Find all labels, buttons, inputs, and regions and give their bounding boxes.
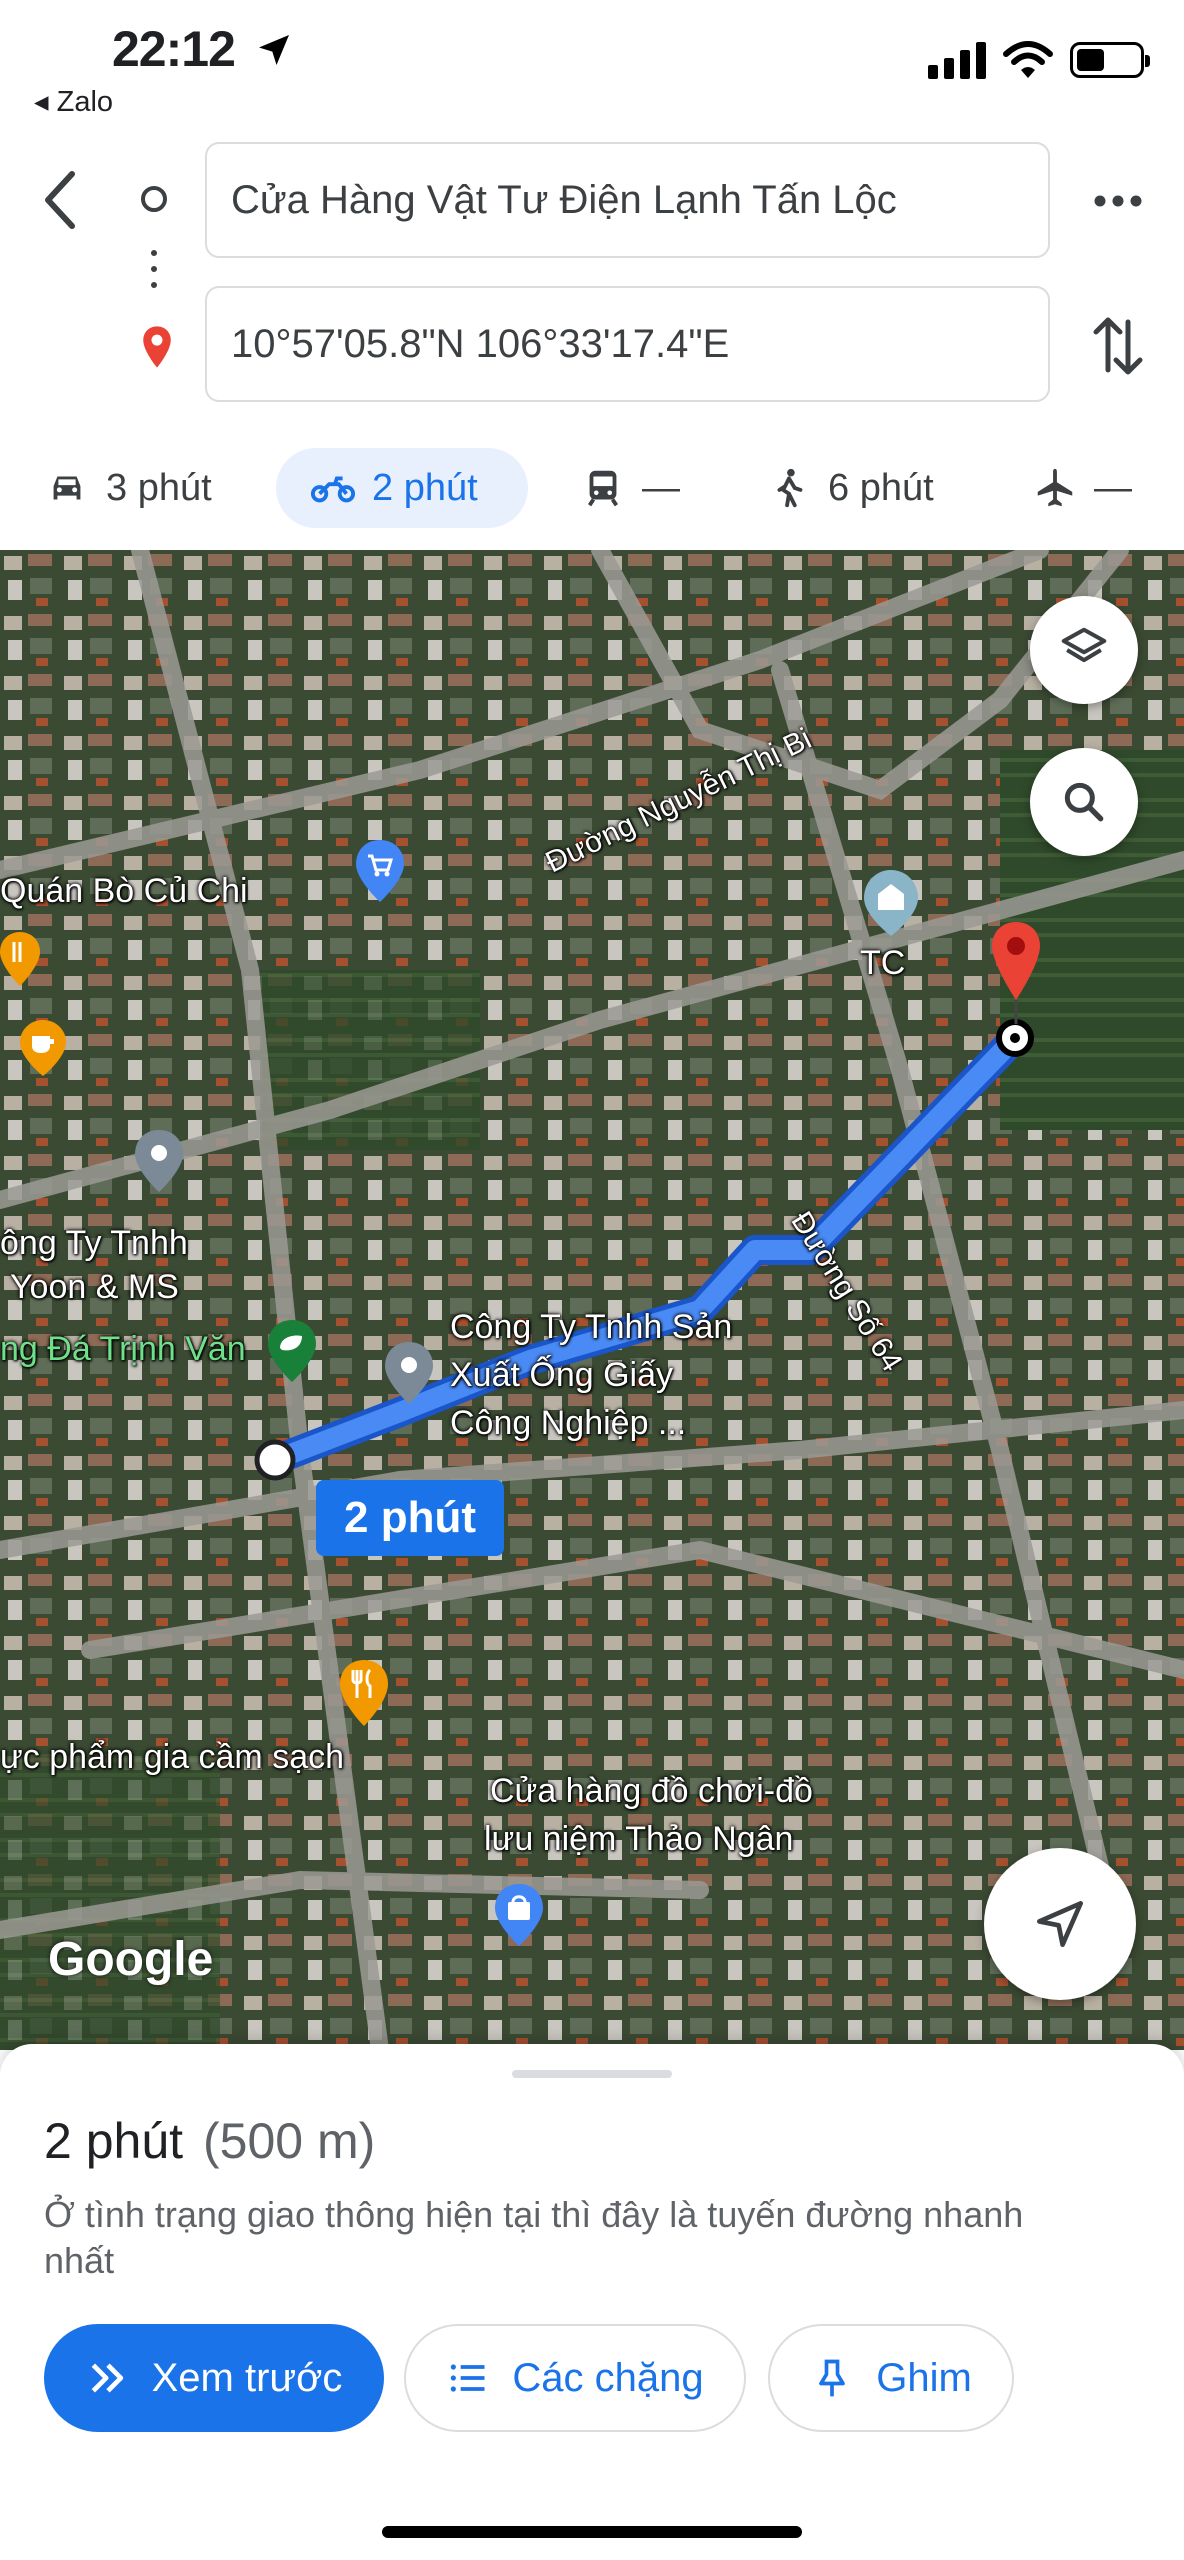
mode-motorbike-tab[interactable]: 2 phút [276,448,528,528]
airplane-icon [1037,468,1073,507]
preview-label: Xem trước [151,2355,343,2400]
map-label-poi[interactable]: ông Ty Tnhh [0,1224,188,1263]
search-along-route-button[interactable] [1030,748,1138,856]
mode-flight-label: — [1094,466,1132,509]
motorbike-icon [310,476,356,503]
route-dots-icon [151,250,157,298]
pin-icon [819,2359,846,2397]
search-icon [1064,782,1104,822]
steps-button[interactable]: Các chặng [404,2324,746,2432]
shopping-cart-marker-icon[interactable] [352,838,408,904]
destination-pin-icon [143,326,171,368]
clock: 22:12 [112,21,236,77]
swap-route-icon[interactable] [1088,310,1148,382]
mode-car-label: 3 phút [106,466,212,509]
shopping-bag-marker-icon[interactable] [492,1882,546,1948]
mode-transit-tab[interactable]: — [580,448,680,528]
map-label-poi[interactable]: lưu niệm Thảo Ngân [484,1820,793,1859]
traffic-note: Ở tình trạng giao thông hiện tại thì đây… [44,2194,1024,2281]
cellular-signal-icon [928,41,986,79]
map-view[interactable]: Quán Bò Củ Chi Đường Nguyễn Thị Bi TC ôn… [0,550,1184,2050]
car-icon [53,476,81,500]
map-label-poi[interactable]: Xuất Ống Giấy [450,1356,673,1395]
map-label-poi[interactable]: TC [860,944,905,983]
destination-marker-icon[interactable] [988,920,1044,1024]
mode-motorbike-label: 2 phút [372,466,478,509]
route-distance: (500 m) [203,2113,376,2169]
walk-icon [777,468,803,508]
mode-car-tab[interactable]: 3 phút [44,448,212,528]
steps-label: Các chặng [512,2355,704,2400]
pin-label: Ghim [876,2355,972,2400]
food-marker-icon[interactable] [336,1658,392,1728]
back-to-app-link[interactable]: ◂ Zalo [34,84,113,119]
sheet-drag-handle[interactable] [512,2070,672,2078]
transit-icon [587,470,619,507]
status-bar: 22:12 ◂ Zalo [0,0,1184,130]
mode-walk-label: 6 phút [828,466,934,509]
cafe-marker-icon[interactable] [18,1018,68,1078]
list-icon [451,2364,485,2392]
map-label-poi[interactable]: Yoon & MS [10,1268,179,1307]
pin-button[interactable]: Ghim [768,2324,1014,2432]
layers-button[interactable] [1030,596,1138,704]
double-chevron-icon [91,2363,123,2393]
origin-input[interactable]: Cửa Hàng Vật Tư Điện Lạnh Tấn Lộc [205,142,1050,258]
map-label-poi[interactable]: Công Nghiệp ... [450,1404,686,1443]
origin-circle-icon [141,186,167,212]
route-duration: 2 phút [44,2113,184,2169]
recenter-button[interactable] [984,1848,1136,2000]
wifi-icon [1003,41,1053,78]
map-label-poi[interactable]: ng Đá Trịnh Văn [0,1330,246,1369]
factory-marker-icon[interactable] [382,1340,436,1406]
place-marker-icon[interactable] [132,1128,186,1194]
layers-icon [1061,627,1107,663]
battery-icon [1070,42,1150,78]
more-options-icon[interactable] [1090,176,1146,226]
map-label-poi[interactable]: Cửa hàng đồ chơi-đồ [490,1772,813,1811]
travel-mode-bar: 3 phút 2 phút — 6 phút — [0,448,1184,532]
back-button[interactable] [32,160,92,240]
mode-transit-label: — [642,466,680,509]
map-label-poi[interactable]: Quán Bò Củ Chi [0,872,248,911]
google-logo: Google [48,1933,214,1986]
church-marker-icon[interactable] [858,868,924,938]
navigation-arrow-icon [1037,1901,1083,1947]
route-eta-bubble[interactable]: 2 phút [316,1480,504,1556]
map-label-poi[interactable]: Công Ty Tnhh Sản [450,1308,732,1347]
home-indicator[interactable] [382,2526,802,2538]
route-summary-sheet: 2 phút (500 m) Ở tình trạng giao thông hi… [0,2044,1184,2560]
location-arrow-icon [259,35,289,65]
destination-input[interactable]: 10°57'05.8"N 106°33'17.4"E [205,286,1050,402]
restaurant-marker-icon[interactable] [0,930,40,988]
mode-flight-tab[interactable]: — [1032,448,1132,528]
route-summary: 2 phút (500 m) [44,2112,375,2170]
map-label-poi[interactable]: ực phẩm gia cầm sạch [0,1738,344,1777]
garden-marker-icon[interactable] [264,1318,320,1384]
preview-button[interactable]: Xem trước [44,2324,384,2432]
mode-walk-tab[interactable]: 6 phút [766,448,934,528]
